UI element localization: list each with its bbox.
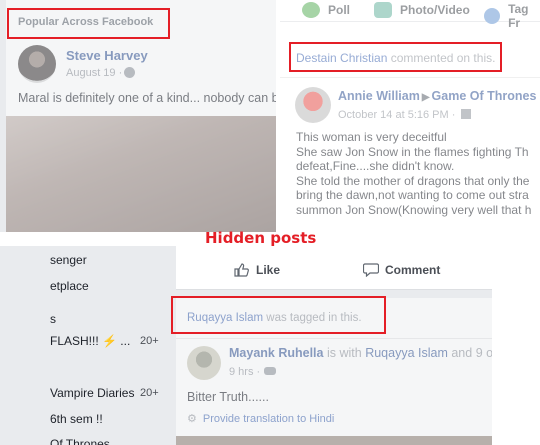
post-header: Mayank Ruhella is with Ruqayya Islam and… [229, 346, 492, 360]
post-line: bring the dawn,not wanting to come out s… [296, 188, 529, 202]
post-author[interactable]: Annie William [338, 89, 420, 103]
arrow-right-icon: ▶ [421, 92, 430, 103]
post-line: She told the mother of dragons that only… [296, 173, 530, 188]
post-header: Annie William ▶ Game Of Thrones [338, 89, 536, 103]
tagged-post-panel: Like Comment Ruqayya Islam was tagged in… [176, 246, 492, 445]
sidebar-item-flash[interactable]: FLASH!!! ⚡ ... [50, 334, 130, 348]
poll-label: Poll [328, 3, 351, 17]
with-text: is with [326, 346, 362, 360]
poll-icon [302, 2, 320, 18]
photo-icon [374, 2, 392, 18]
photo-video-button[interactable]: Photo/Video [374, 2, 470, 18]
commented-post-card: Poll Photo/Video Tag Fr Destain Christia… [280, 0, 540, 230]
like-button[interactable]: Like [234, 263, 280, 277]
post-photo[interactable] [6, 116, 276, 232]
post-page[interactable]: Game Of Thrones [432, 89, 537, 103]
audience-icon [461, 109, 472, 119]
tag-friends-button[interactable]: Tag Fr [484, 2, 540, 30]
tag-icon [484, 8, 501, 24]
post-line: This woman is very deceitful [296, 130, 447, 144]
post-date[interactable]: 9 hrs · [229, 366, 260, 378]
post-text: Maral is definitely one of a kind... nob… [18, 91, 276, 105]
avatar[interactable] [18, 45, 56, 83]
post-text: This woman is very deceitful She saw Jon… [296, 130, 540, 217]
sidebar-item-messenger[interactable]: senger [50, 253, 87, 267]
post-date[interactable]: October 14 at 5:16 PM · [338, 109, 455, 121]
post-line: summon Jon Snow(Knowing very well that h [296, 202, 532, 217]
highlight-box-tagged [171, 296, 386, 334]
post-line: She saw Jon Snow in the flames fighting … [296, 144, 529, 159]
like-comment-bar: Like Comment [176, 246, 492, 290]
sidebar-item-6th-sem[interactable]: 6th sem !! [50, 412, 103, 426]
comment-button[interactable]: Comment [363, 263, 440, 277]
post-text: Bitter Truth...... [187, 390, 269, 404]
translate-link[interactable]: ⚙ Provide translation to Hindi [187, 412, 334, 425]
thumbs-up-icon [234, 263, 249, 277]
translate-label: Provide translation to Hindi [202, 413, 335, 425]
tag-label: Tag Fr [508, 2, 529, 30]
sidebar-count: 20+ [140, 335, 159, 347]
highlight-box-popular [7, 8, 170, 39]
sidebar-item-game-of-thrones[interactable]: Of Thrones [50, 437, 110, 445]
globe-icon [124, 67, 135, 78]
comment-label: Comment [385, 263, 441, 277]
sidebar-item-3[interactable]: s [50, 312, 56, 326]
like-label: Like [256, 263, 281, 277]
post-meta: October 14 at 5:16 PM · [338, 109, 472, 121]
poll-button[interactable]: Poll [302, 2, 350, 18]
commented-post-panel: Poll Photo/Video Tag Fr Destain Christia… [280, 0, 540, 230]
post-image-strip[interactable] [176, 436, 492, 445]
avatar[interactable] [295, 87, 331, 123]
post-meta: 9 hrs · [229, 366, 277, 378]
sidebar-count: 20+ [140, 387, 159, 399]
divider [280, 77, 540, 78]
divider [176, 338, 492, 339]
comment-icon [363, 263, 379, 277]
gear-icon: ⚙ [187, 413, 197, 425]
left-sidebar: senger etplace s FLASH!!! ⚡ ... 20+ Vamp… [0, 246, 176, 445]
hidden-posts-label: Hidden posts [205, 229, 317, 247]
composer-bar: Poll Photo/Video Tag Fr [280, 0, 540, 30]
sidebar-item-marketplace[interactable]: etplace [50, 279, 89, 293]
post-author[interactable]: Mayank Ruhella [229, 346, 323, 360]
friends-icon [264, 367, 277, 375]
post-author[interactable]: Steve Harvey [66, 48, 148, 63]
avatar[interactable] [187, 346, 221, 380]
post-date[interactable]: August 19 · [66, 67, 122, 79]
and-others[interactable]: and 9 o [451, 346, 492, 360]
post-line: defeat,Fine....she didn't know. [296, 159, 455, 173]
sidebar-item-vampire-diaries[interactable]: Vampire Diaries [50, 386, 134, 400]
highlight-box-commented [289, 42, 502, 72]
photo-video-label: Photo/Video [400, 3, 470, 17]
tagged-person[interactable]: Ruqayya Islam [365, 346, 448, 360]
